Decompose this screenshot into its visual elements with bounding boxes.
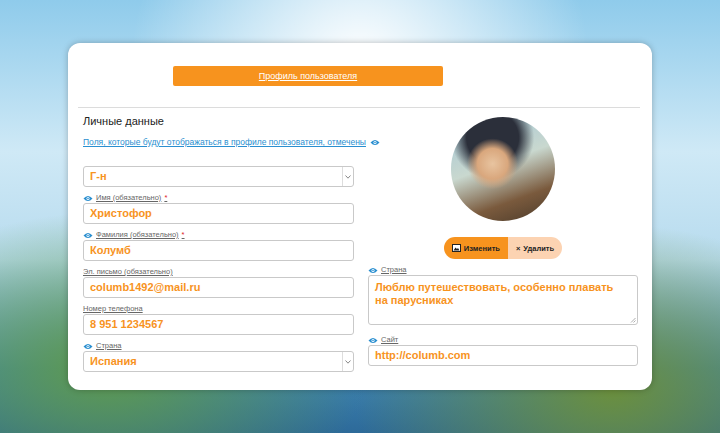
field-label-text: Имя (обязательно) [96,193,161,203]
profile-button-label[interactable]: Профиль пользователя [259,71,357,81]
profile-card: Профиль пользователя Личные данные Поля, к… [68,43,652,390]
field-group: Страна Испания [83,341,354,372]
required-mark: * [182,230,185,240]
field-label: Страна [368,265,638,275]
field-label-text: Фамилия (обязательно) [96,230,179,240]
divider [78,107,640,108]
text-field-value[interactable]: columb1492@mail.ru [90,281,200,294]
section-title: Личные данные [83,114,354,128]
resize-grip-icon [630,317,636,323]
eye-icon [368,267,378,274]
field-label: Имя (обязательно)* [83,193,354,203]
edit-photo-label[interactable]: Изменить [464,244,500,253]
text-field-value[interactable]: Колумб [90,244,131,257]
field-label: Сайт [368,335,638,345]
select-arrow[interactable] [342,167,353,186]
field-label-text: Страна [381,265,407,275]
profile-button[interactable]: Профиль пользователя [173,66,443,86]
image-icon [452,244,461,252]
text-field-value[interactable]: Христофор [90,207,152,220]
field-group: Номер телефона 8 951 1234567 [83,304,354,335]
chevron-down-icon [345,175,351,179]
required-mark: * [164,193,167,203]
select-arrow[interactable] [342,352,353,371]
select-field[interactable]: Испания [83,351,354,372]
eye-icon [83,343,93,350]
field-label-text: Эл. письмо (обязательно) [83,267,173,277]
eye-icon [370,139,380,146]
select-value[interactable]: Г-н [90,170,107,183]
text-field-value[interactable]: http://columb.com [375,349,470,362]
field-group: Г-н [83,166,354,187]
field-label: Номер телефона [83,304,354,314]
text-field[interactable]: http://columb.com [368,345,638,366]
textarea-value[interactable]: Люблю путешествовать, особенно плавать н… [375,281,613,307]
select-value[interactable]: Испания [90,355,137,368]
edit-photo-button[interactable]: Изменить [444,237,508,259]
avatar-photo [451,117,555,221]
text-field-value[interactable]: 8 951 1234567 [90,318,163,331]
field-label-text: Номер телефона [83,304,143,314]
eye-icon [83,195,93,202]
field-label: Фамилия (обязательно)* [83,230,354,240]
columns: Личные данные Поля, которые будут отображ… [83,108,638,372]
eye-icon [83,232,93,239]
left-column: Личные данные Поля, которые будут отображ… [83,108,354,372]
right-column: Изменить ×Удалить Страна Люблю путешествова… [368,108,638,372]
delete-photo-label[interactable]: Удалить [523,244,554,253]
text-field[interactable]: Колумб [83,240,354,261]
text-field[interactable]: Христофор [83,203,354,224]
field-label: Эл. письмо (обязательно) [83,267,354,277]
field-group: Фамилия (обязательно)* Колумб [83,230,354,261]
eye-icon [368,337,378,344]
field-group: Эл. письмо (обязательно) columb1492@mail.… [83,267,354,298]
field-group: Имя (обязательно)* Христофор [83,193,354,224]
text-field[interactable]: 8 951 1234567 [83,314,354,335]
chevron-down-icon [345,360,351,364]
field-label-text: Страна [96,341,122,351]
photo-buttons: Изменить ×Удалить [444,237,562,259]
delete-icon[interactable]: × [516,244,520,253]
field-label: Страна [83,341,354,351]
text-field[interactable]: columb1492@mail.ru [83,277,354,298]
field-label-text: Сайт [381,335,398,345]
field-group: Страна Люблю путешествовать, особенно пла… [368,265,638,325]
delete-photo-button[interactable]: ×Удалить [508,237,562,259]
select-field[interactable]: Г-н [83,166,354,187]
visibility-note-text[interactable]: Поля, которые будут отображаться в профи… [83,136,366,148]
textarea-field[interactable]: Люблю путешествовать, особенно плавать н… [368,275,638,325]
visibility-note[interactable]: Поля, которые будут отображаться в профи… [83,136,354,148]
field-group: Сайт http://columb.com [368,335,638,366]
